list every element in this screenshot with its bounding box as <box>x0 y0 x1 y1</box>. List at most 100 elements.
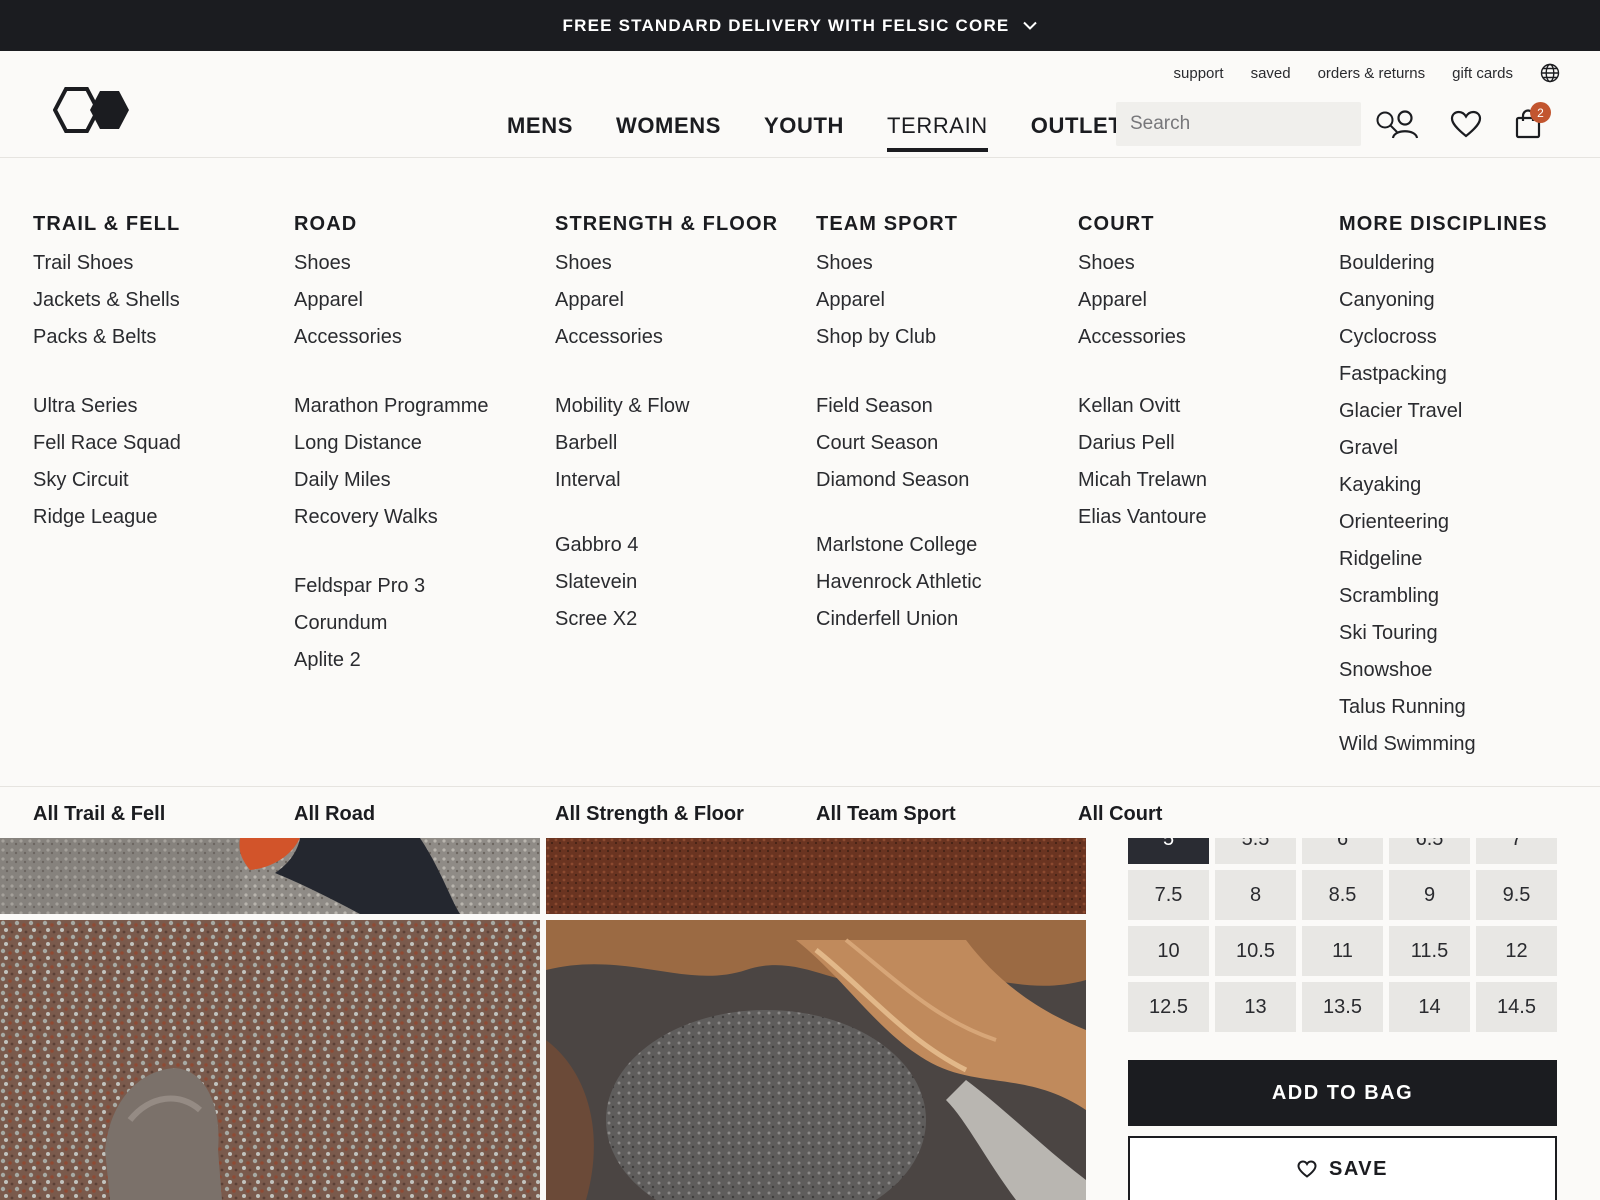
size-option[interactable]: 7.5 <box>1128 870 1209 920</box>
column-title[interactable]: ROAD <box>294 213 489 236</box>
menu-link[interactable]: Sky Circuit <box>33 462 181 499</box>
menu-link[interactable]: Canyoning <box>1339 282 1548 319</box>
globe-icon[interactable] <box>1540 63 1560 83</box>
size-option[interactable]: 10.5 <box>1215 926 1296 976</box>
menu-link[interactable]: Daily Miles <box>294 462 489 499</box>
menu-link[interactable]: Corundum <box>294 605 489 642</box>
menu-link[interactable]: Apparel <box>294 282 489 319</box>
account-icon[interactable] <box>1388 107 1422 141</box>
menu-link[interactable]: Accessories <box>294 319 489 356</box>
nav-outlet[interactable]: OUTLET <box>1031 113 1123 152</box>
menu-link[interactable]: Long Distance <box>294 425 489 462</box>
search-box[interactable] <box>1116 102 1398 146</box>
menu-link[interactable]: Interval <box>555 462 778 499</box>
gift-cards-link[interactable]: gift cards <box>1452 65 1513 82</box>
menu-link[interactable]: Ridgeline <box>1339 541 1548 578</box>
nav-youth[interactable]: YOUTH <box>764 113 844 152</box>
wishlist-heart-icon[interactable] <box>1449 107 1483 141</box>
size-option[interactable]: 7 <box>1476 838 1557 864</box>
menu-link[interactable]: Snowshoe <box>1339 652 1548 689</box>
menu-link[interactable]: Ultra Series <box>33 388 181 425</box>
menu-link[interactable]: Cinderfell Union <box>816 601 982 638</box>
size-option[interactable]: 10 <box>1128 926 1209 976</box>
menu-link[interactable]: Feldspar Pro 3 <box>294 568 489 605</box>
all-team-sport-link[interactable]: All Team Sport <box>816 803 956 826</box>
size-option[interactable]: 14.5 <box>1476 982 1557 1032</box>
size-option[interactable]: 9.5 <box>1476 870 1557 920</box>
size-option[interactable]: 9 <box>1389 870 1470 920</box>
promo-bar[interactable]: FREE STANDARD DELIVERY WITH FELSIC CORE <box>0 0 1600 51</box>
menu-link[interactable]: Cyclocross <box>1339 319 1548 356</box>
saved-link[interactable]: saved <box>1251 65 1291 82</box>
size-option[interactable]: 13.5 <box>1302 982 1383 1032</box>
size-option[interactable]: 11.5 <box>1389 926 1470 976</box>
menu-link[interactable]: Field Season <box>816 388 982 425</box>
column-title[interactable]: TRAIL & FELL <box>33 213 181 236</box>
menu-link[interactable]: Wild Swimming <box>1339 726 1548 763</box>
menu-link[interactable]: Scrambling <box>1339 578 1548 615</box>
menu-link[interactable]: Accessories <box>555 319 778 356</box>
product-image[interactable] <box>546 838 1086 914</box>
menu-link[interactable]: Bouldering <box>1339 245 1548 282</box>
menu-link[interactable]: Elias Vantoure <box>1078 499 1207 536</box>
menu-link[interactable]: Marlstone College <box>816 527 982 564</box>
menu-link[interactable]: Barbell <box>555 425 778 462</box>
menu-link[interactable]: Apparel <box>1078 282 1207 319</box>
size-option[interactable]: 11 <box>1302 926 1383 976</box>
column-title[interactable]: MORE DISCIPLINES <box>1339 213 1548 236</box>
product-image[interactable] <box>0 920 540 1200</box>
product-image[interactable] <box>546 920 1086 1200</box>
menu-link[interactable]: Talus Running <box>1339 689 1548 726</box>
nav-womens[interactable]: WOMENS <box>616 113 721 152</box>
menu-link[interactable]: Gabbro 4 <box>555 527 778 564</box>
orders-returns-link[interactable]: orders & returns <box>1318 65 1426 82</box>
size-option[interactable]: 12 <box>1476 926 1557 976</box>
menu-link[interactable]: Gravel <box>1339 430 1548 467</box>
search-input[interactable] <box>1130 113 1375 135</box>
menu-link[interactable]: Ski Touring <box>1339 615 1548 652</box>
column-title[interactable]: TEAM SPORT <box>816 213 982 236</box>
menu-link[interactable]: Slatevein <box>555 564 778 601</box>
brand-logo[interactable] <box>52 84 131 136</box>
menu-link[interactable]: Kayaking <box>1339 467 1548 504</box>
size-option[interactable]: 8 <box>1215 870 1296 920</box>
size-option[interactable]: 6.5 <box>1389 838 1470 864</box>
menu-link[interactable]: Trail Shoes <box>33 245 181 282</box>
menu-link[interactable]: Shoes <box>555 245 778 282</box>
menu-link[interactable]: Accessories <box>1078 319 1207 356</box>
menu-link[interactable]: Micah Trelawn <box>1078 462 1207 499</box>
menu-link[interactable]: Jackets & Shells <box>33 282 181 319</box>
menu-link[interactable]: Ridge League <box>33 499 181 536</box>
menu-link[interactable]: Shop by Club <box>816 319 982 356</box>
menu-link[interactable]: Aplite 2 <box>294 642 489 679</box>
column-title[interactable]: STRENGTH & FLOOR <box>555 213 778 236</box>
menu-link[interactable]: Marathon Programme <box>294 388 489 425</box>
menu-link[interactable]: Recovery Walks <box>294 499 489 536</box>
menu-link[interactable]: Apparel <box>555 282 778 319</box>
menu-link[interactable]: Shoes <box>816 245 982 282</box>
menu-link[interactable]: Shoes <box>1078 245 1207 282</box>
menu-link[interactable]: Scree X2 <box>555 601 778 638</box>
add-to-bag-button[interactable]: ADD TO BAG <box>1128 1060 1557 1126</box>
all-road-link[interactable]: All Road <box>294 803 375 826</box>
all-strength-floor-link[interactable]: All Strength & Floor <box>555 803 744 826</box>
menu-link[interactable]: Fastpacking <box>1339 356 1548 393</box>
size-option[interactable]: 12.5 <box>1128 982 1209 1032</box>
size-option[interactable]: 5 <box>1128 838 1209 864</box>
bag-icon[interactable]: 2 <box>1511 102 1551 141</box>
column-title[interactable]: COURT <box>1078 213 1207 236</box>
chevron-down-icon[interactable] <box>1023 21 1038 30</box>
menu-link[interactable]: Darius Pell <box>1078 425 1207 462</box>
size-option[interactable]: 14 <box>1389 982 1470 1032</box>
menu-link[interactable]: Mobility & Flow <box>555 388 778 425</box>
menu-link[interactable]: Orienteering <box>1339 504 1548 541</box>
menu-link[interactable]: Glacier Travel <box>1339 393 1548 430</box>
menu-link[interactable]: Kellan Ovitt <box>1078 388 1207 425</box>
save-button[interactable]: SAVE <box>1128 1136 1557 1200</box>
nav-terrain[interactable]: TERRAIN <box>887 113 988 152</box>
product-image[interactable] <box>0 838 540 914</box>
support-link[interactable]: support <box>1174 65 1224 82</box>
all-court-link[interactable]: All Court <box>1078 803 1162 826</box>
size-option[interactable]: 6 <box>1302 838 1383 864</box>
menu-link[interactable]: Shoes <box>294 245 489 282</box>
